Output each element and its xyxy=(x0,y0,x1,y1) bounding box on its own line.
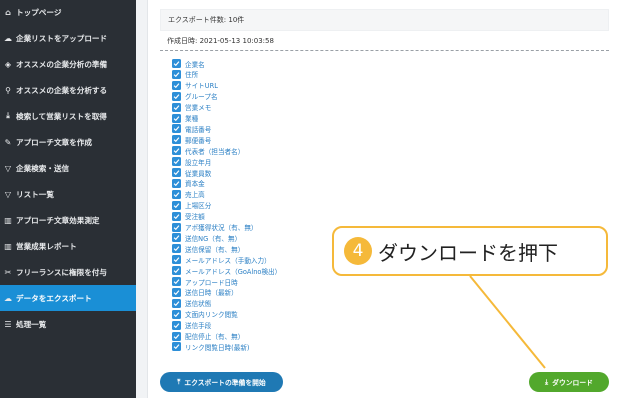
callout-pointer xyxy=(469,275,546,369)
callout-step-number: 4 xyxy=(344,237,372,265)
callout: 4 ダウンロードを押下 xyxy=(332,226,608,276)
callout-text: ダウンロードを押下 xyxy=(378,240,558,265)
callout-pointer-line xyxy=(469,275,546,369)
